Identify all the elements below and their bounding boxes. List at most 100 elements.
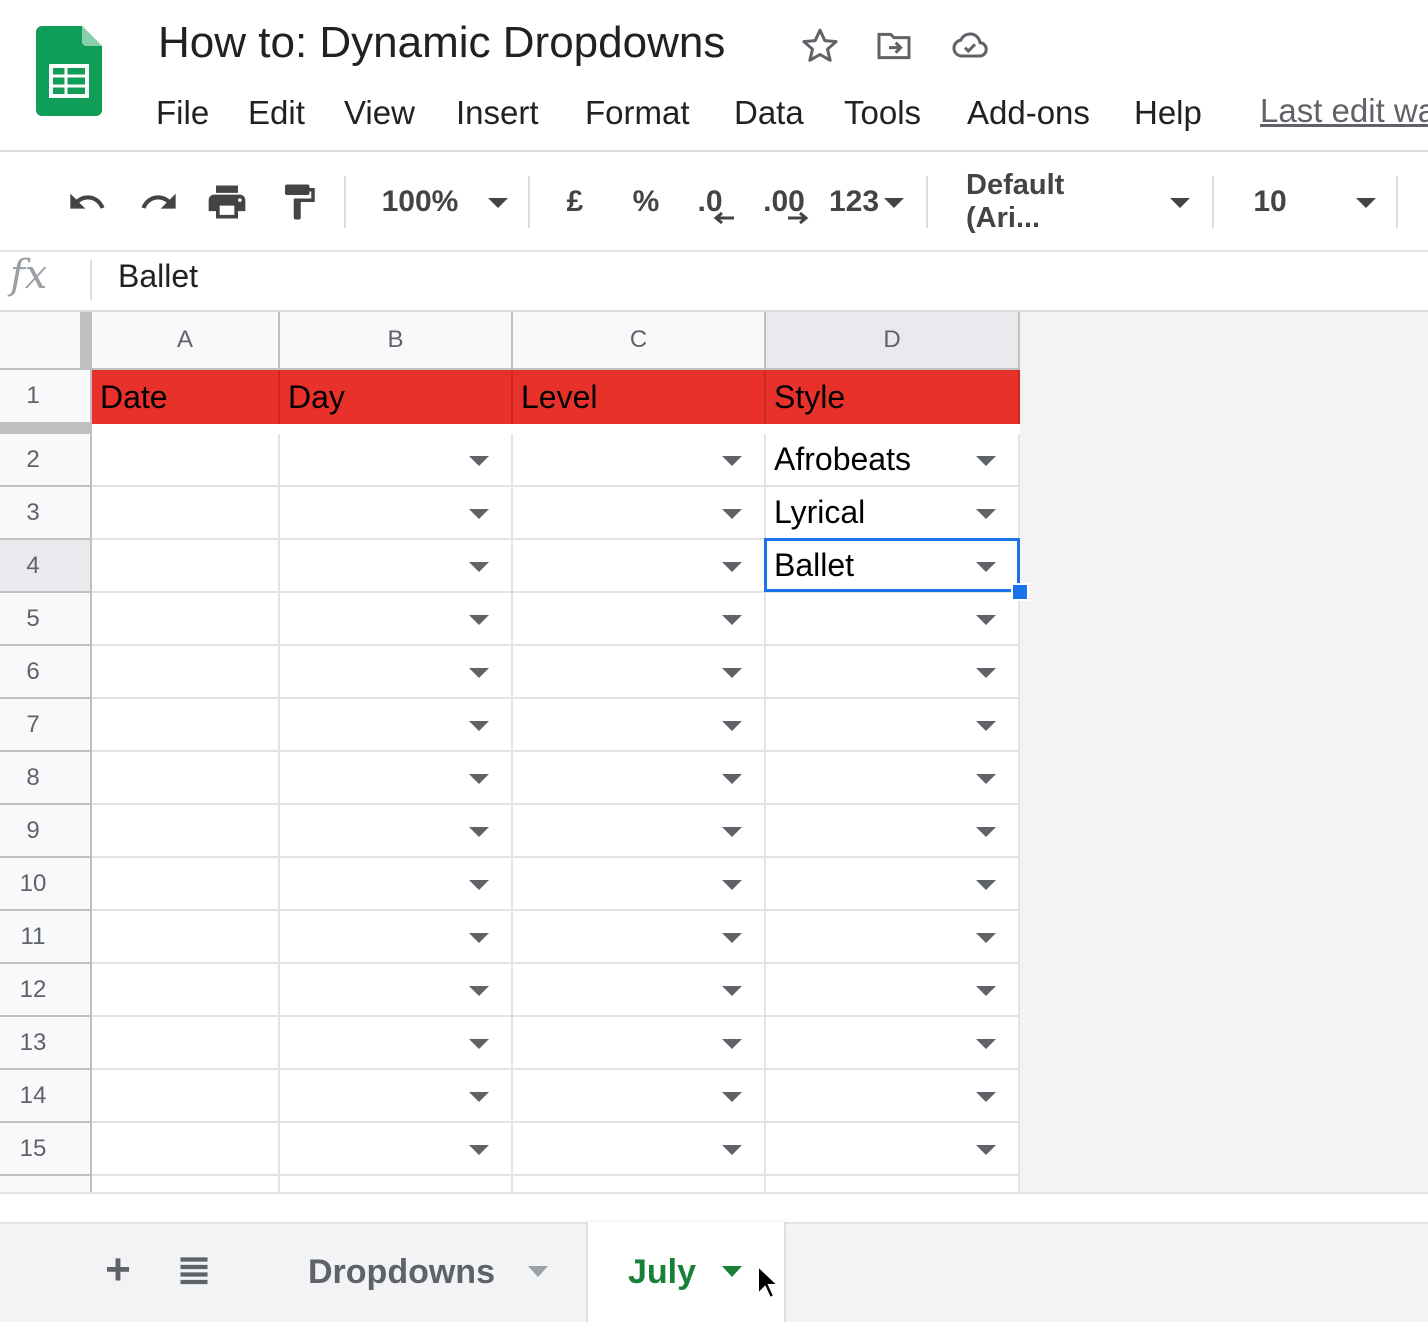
column-header-b[interactable]: B (280, 312, 513, 370)
dropdown-arrow-icon[interactable] (469, 880, 489, 890)
cell-a13[interactable] (92, 1017, 280, 1070)
row-header-4[interactable]: 4 (0, 540, 92, 593)
paint-format-icon[interactable] (278, 180, 320, 224)
zoom-select[interactable]: 100% (380, 178, 460, 226)
add-sheet-icon[interactable]: + (96, 1245, 140, 1294)
menu-data[interactable]: Data (734, 94, 804, 132)
dropdown-arrow-icon[interactable] (976, 1039, 996, 1049)
cell-a4[interactable] (92, 540, 280, 593)
cell-partial-row[interactable] (766, 1176, 1020, 1192)
dropdown-arrow-icon[interactable] (469, 774, 489, 784)
font-size-select[interactable]: 10 (1250, 178, 1290, 226)
cell-a5[interactable] (92, 593, 280, 646)
star-icon[interactable] (800, 26, 840, 66)
cell-a10[interactable] (92, 858, 280, 911)
cell-a14[interactable] (92, 1070, 280, 1123)
select-all-corner[interactable] (0, 312, 92, 370)
row-header-12[interactable]: 12 (0, 964, 92, 1017)
dropdown-arrow-icon[interactable] (976, 509, 996, 519)
dropdown-arrow-icon[interactable] (722, 1092, 742, 1102)
dropdown-arrow-icon[interactable] (976, 986, 996, 996)
dropdown-arrow-icon[interactable] (469, 827, 489, 837)
more-formats-button[interactable]: 123 (826, 178, 882, 226)
freeze-row-handle[interactable] (0, 424, 92, 434)
menu-edit[interactable]: Edit (248, 94, 305, 132)
dropdown-arrow-icon[interactable] (722, 456, 742, 466)
row-header-7[interactable]: 7 (0, 699, 92, 752)
cell-a9[interactable] (92, 805, 280, 858)
dropdown-arrow-icon[interactable] (469, 456, 489, 466)
cell-a15[interactable] (92, 1123, 280, 1176)
row-header-14[interactable]: 14 (0, 1070, 92, 1123)
cell-b1[interactable]: Day (280, 370, 513, 424)
all-sheets-list-icon[interactable] (176, 1252, 212, 1288)
redo-icon[interactable] (136, 182, 182, 222)
column-header-a[interactable]: A (92, 312, 280, 370)
cell-a8[interactable] (92, 752, 280, 805)
menu-format[interactable]: Format (585, 94, 690, 132)
undo-icon[interactable] (64, 182, 110, 222)
sheets-logo-icon[interactable] (36, 26, 102, 116)
more-formats-chevron-down-icon[interactable] (884, 198, 904, 208)
dropdown-arrow-icon[interactable] (976, 880, 996, 890)
zoom-chevron-down-icon[interactable] (488, 198, 508, 208)
cell-d1[interactable]: Style (766, 370, 1020, 424)
fill-handle[interactable] (1011, 583, 1029, 601)
sheet-tab-menu-icon[interactable] (722, 1266, 742, 1277)
last-edit-link[interactable]: Last edit was (1260, 92, 1428, 130)
dropdown-arrow-icon[interactable] (722, 986, 742, 996)
cell-partial-row[interactable] (92, 1176, 280, 1192)
dropdown-arrow-icon[interactable] (469, 986, 489, 996)
dropdown-arrow-icon[interactable] (469, 562, 489, 572)
row-header-11[interactable]: 11 (0, 911, 92, 964)
dropdown-arrow-icon[interactable] (722, 668, 742, 678)
cloud-saved-icon[interactable] (950, 26, 990, 66)
font-family-select[interactable]: Default (Ari... (966, 169, 1146, 234)
format-percent-button[interactable]: % (628, 178, 664, 226)
dropdown-arrow-icon[interactable] (976, 721, 996, 731)
dropdown-arrow-icon[interactable] (469, 1039, 489, 1049)
cell-a2[interactable] (92, 434, 280, 487)
horizontal-scroll-area[interactable] (0, 1192, 1428, 1224)
dropdown-arrow-icon[interactable] (469, 509, 489, 519)
formula-input[interactable]: Ballet (118, 258, 198, 295)
row-header-6[interactable]: 6 (0, 646, 92, 699)
dropdown-arrow-icon[interactable] (722, 615, 742, 625)
row-header-1[interactable]: 1 (0, 370, 92, 424)
dropdown-arrow-icon[interactable] (722, 1145, 742, 1155)
cell-a3[interactable] (92, 487, 280, 540)
menu-add-ons[interactable]: Add-ons (967, 94, 1090, 132)
row-header-15[interactable]: 15 (0, 1123, 92, 1176)
dropdown-arrow-icon[interactable] (722, 1039, 742, 1049)
dropdown-arrow-icon[interactable] (976, 933, 996, 943)
dropdown-arrow-icon[interactable] (469, 668, 489, 678)
dropdown-arrow-icon[interactable] (722, 880, 742, 890)
sheet-tab-dropdowns[interactable]: Dropdowns (268, 1222, 586, 1322)
cell-a6[interactable] (92, 646, 280, 699)
dropdown-arrow-icon[interactable] (722, 774, 742, 784)
row-header-8[interactable]: 8 (0, 752, 92, 805)
print-icon[interactable] (204, 180, 250, 224)
dropdown-arrow-icon[interactable] (722, 827, 742, 837)
menu-help[interactable]: Help (1134, 94, 1202, 132)
cell-a12[interactable] (92, 964, 280, 1017)
menu-tools[interactable]: Tools (844, 94, 921, 132)
move-to-folder-icon[interactable] (874, 26, 914, 66)
dropdown-arrow-icon[interactable] (976, 1145, 996, 1155)
dropdown-arrow-icon[interactable] (722, 562, 742, 572)
sheet-tab-menu-icon[interactable] (528, 1266, 548, 1277)
document-title[interactable]: How to: Dynamic Dropdowns (158, 18, 725, 68)
row-header-10[interactable]: 10 (0, 858, 92, 911)
dropdown-arrow-icon[interactable] (976, 615, 996, 625)
freeze-column-handle[interactable] (80, 312, 92, 370)
cell-c1[interactable]: Level (513, 370, 766, 424)
menu-view[interactable]: View (344, 94, 415, 132)
dropdown-arrow-icon[interactable] (469, 933, 489, 943)
column-header-d[interactable]: D (766, 312, 1020, 370)
menu-insert[interactable]: Insert (456, 94, 539, 132)
dropdown-arrow-icon[interactable] (976, 1092, 996, 1102)
font-chevron-down-icon[interactable] (1170, 198, 1190, 208)
dropdown-arrow-icon[interactable] (976, 668, 996, 678)
dropdown-arrow-icon[interactable] (722, 509, 742, 519)
dropdown-arrow-icon[interactable] (722, 721, 742, 731)
